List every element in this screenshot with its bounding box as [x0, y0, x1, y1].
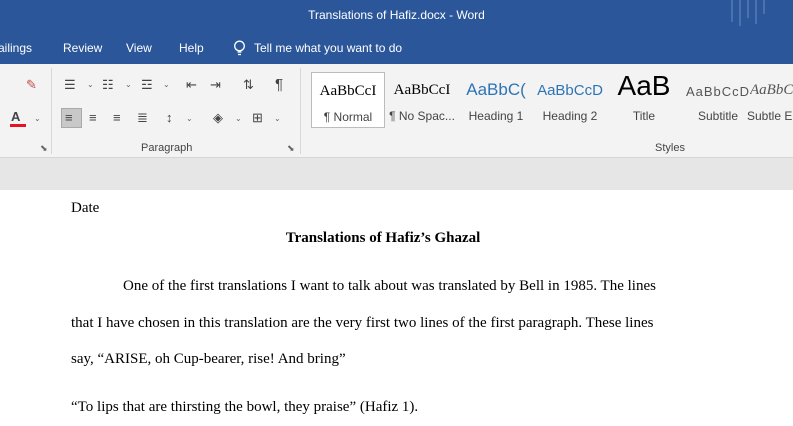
font-color-icon[interactable]: A [11, 110, 20, 123]
font-color-dropdown-icon[interactable]: ⌄ [34, 114, 41, 123]
borders-icon[interactable]: ⊞ [252, 111, 263, 124]
align-left-icon[interactable]: ≡ [65, 111, 73, 124]
style-title[interactable]: AaB Title [607, 70, 681, 128]
style-normal[interactable]: AaBbCcI ¶ Normal [311, 72, 385, 128]
borders-dropdown-icon[interactable]: ⌄ [274, 114, 281, 123]
style-sample: AaB [617, 70, 671, 101]
multilevel-list-icon[interactable]: ☲ [141, 78, 153, 91]
tab-review[interactable]: Review [63, 41, 102, 55]
justify-icon[interactable]: ≣ [137, 111, 148, 124]
multilevel-dropdown-icon[interactable]: ⌄ [163, 80, 170, 89]
bullets-dropdown-icon[interactable]: ⌄ [87, 80, 94, 89]
tab-mailings[interactable]: ailings [0, 41, 32, 55]
style-name: Subtitle [697, 109, 739, 123]
style-subtle-emphasis[interactable]: AaBbCcL Subtle Em [747, 72, 793, 128]
style-sample: AaBbCcI [393, 82, 451, 98]
paragraph-dialog-launcher-icon[interactable]: ⬊ [287, 143, 295, 154]
title-bar-pattern [727, 0, 767, 26]
lightbulb-icon [234, 40, 245, 56]
group-separator [300, 68, 301, 154]
shading-dropdown-icon[interactable]: ⌄ [235, 114, 242, 123]
style-sample: AaBbCcD [685, 84, 751, 99]
style-subtitle[interactable]: AaBbCcD Subtitle [681, 72, 755, 128]
date-line: Date [71, 200, 100, 216]
paragraph-group-label: Paragraph [141, 142, 193, 154]
style-name: ¶ No Spac... [389, 109, 455, 123]
decrease-indent-icon[interactable]: ⇤ [186, 78, 197, 91]
body-line-1: One of the first translations I want to … [123, 278, 656, 294]
bullets-icon[interactable]: ☰ [64, 78, 76, 91]
document-title: Translations of Hafiz’s Ghazal [285, 230, 481, 246]
ribbon-tabs: ailings Review View Help Tell me what yo… [0, 34, 793, 64]
document-canvas-background [0, 158, 793, 190]
tell-me-box[interactable]: Tell me what you want to do [233, 40, 402, 56]
title-bar: Translations of Hafiz.docx - Word [0, 0, 793, 34]
document-page[interactable]: Date Translations of Hafiz’s Ghazal One … [0, 190, 793, 426]
style-name: Title [632, 109, 656, 123]
style-heading-1[interactable]: AaBbC( Heading 1 [459, 72, 533, 128]
tab-view[interactable]: View [126, 41, 152, 55]
font-color-swatch [10, 124, 26, 127]
style-sample: AaBbCcL [750, 82, 793, 98]
shading-icon[interactable]: ◈ [213, 111, 223, 124]
numbering-dropdown-icon[interactable]: ⌄ [125, 80, 132, 89]
body-line-3: say, “ARISE, oh Cup-bearer, rise! And br… [71, 351, 346, 367]
clear-formatting-icon[interactable]: ✎ [26, 78, 37, 91]
body-line-2: that I have chosen in this translation a… [71, 315, 654, 331]
tab-help[interactable]: Help [179, 41, 204, 55]
style-heading-2[interactable]: AaBbCcD Heading 2 [533, 72, 607, 128]
align-right-icon[interactable]: ≡ [113, 111, 121, 124]
window-title: Translations of Hafiz.docx - Word [308, 8, 485, 22]
style-name: Heading 1 [468, 109, 524, 123]
ribbon: ✎ A ⌄ ☰ ⌄ ☷ ⌄ ☲ ⌄ ⇤ ⇥ ⇅ ¶ ≡ ≡ ≡ ≣ ↕ ⌄ ◈ … [0, 64, 793, 158]
style-name: Heading 2 [542, 109, 598, 123]
show-formatting-marks-icon[interactable]: ¶ [275, 77, 283, 92]
numbering-icon[interactable]: ☷ [102, 78, 114, 91]
line-spacing-dropdown-icon[interactable]: ⌄ [186, 114, 193, 123]
style-no-spacing[interactable]: AaBbCcI ¶ No Spac... [385, 72, 459, 128]
style-sample: AaBbC( [466, 80, 526, 99]
group-separator [51, 68, 52, 154]
style-sample: AaBbCcI [319, 83, 377, 99]
line-spacing-icon[interactable]: ↕ [166, 111, 173, 124]
style-name: ¶ Normal [323, 110, 373, 124]
style-sample: AaBbCcD [537, 82, 603, 99]
styles-group-label: Styles [655, 142, 685, 154]
sort-icon[interactable]: ⇅ [243, 78, 254, 91]
style-name: Subtle Em [747, 109, 793, 123]
tell-me-label: Tell me what you want to do [254, 41, 403, 55]
body-line-4: “To lips that are thirsting the bowl, th… [71, 399, 419, 415]
align-center-icon[interactable]: ≡ [89, 111, 97, 124]
increase-indent-icon[interactable]: ⇥ [210, 78, 221, 91]
font-dialog-launcher-icon[interactable]: ⬊ [40, 143, 48, 154]
